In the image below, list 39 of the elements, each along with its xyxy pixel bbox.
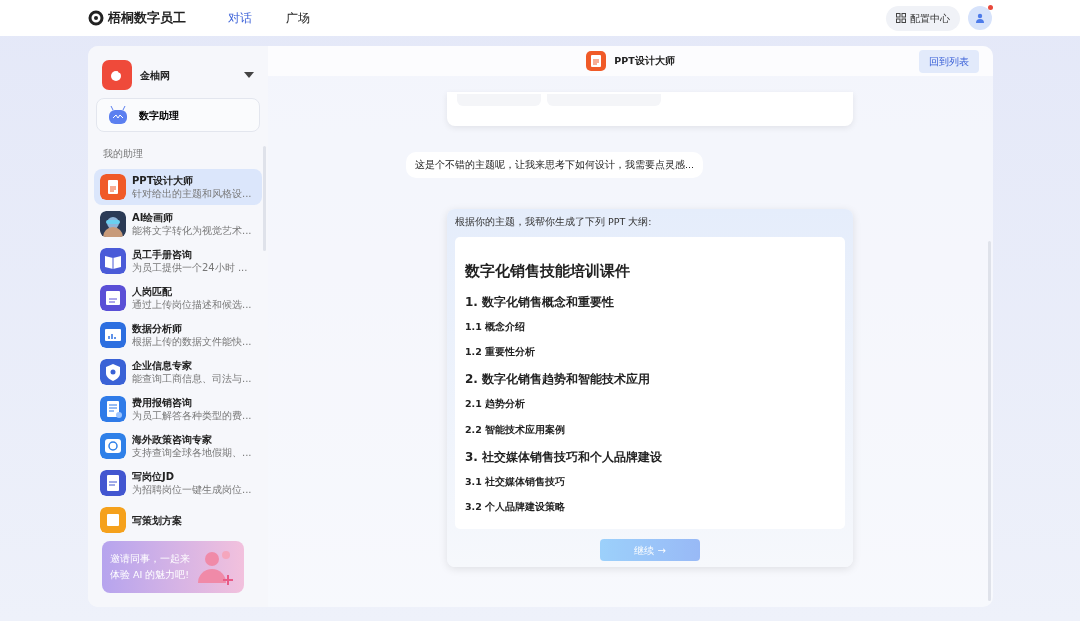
config-center-button[interactable]: 配置中心	[886, 5, 960, 31]
assistant-list-item[interactable]: 海外政策咨询专家 支持查询全球各地假期、...	[94, 428, 262, 464]
outline-section-heading: 1. 数字化销售概念和重要性	[465, 293, 616, 311]
app-name: 梧桐数字员工	[108, 9, 186, 28]
assistant-list-item[interactable]: 企业信息专家 能查询工商信息、司法与...	[94, 354, 262, 390]
outline-intro: 根据你的主题，我帮你生成了下列 PPT 大纲:	[455, 215, 653, 229]
user-avatar[interactable]	[968, 6, 992, 30]
dropdown-caret-icon[interactable]	[244, 72, 254, 78]
outline-subheading: 3.2 个人品牌建设策略	[465, 500, 567, 514]
grid-icon	[896, 13, 906, 23]
assistant-message: 这是个不错的主题呢，让我来思考下如何设计，我需要点灵感...	[406, 152, 704, 179]
digital-assistant-button[interactable]: 数字助理	[96, 98, 260, 132]
nav-tab[interactable]: 对话	[228, 9, 252, 27]
outline-section-heading: 2. 数字化销售趋势和智能技术应用	[465, 371, 652, 389]
assistant-list-item[interactable]: 人岗匹配 通过上传岗位描述和候选...	[94, 280, 262, 316]
robot-icon	[107, 105, 129, 125]
chat-title: PPT设计大师	[614, 53, 675, 68]
assistant-list-item[interactable]: PPT设计大师 针对给出的主题和风格设...	[94, 169, 262, 205]
nav-tab[interactable]: 广场	[286, 9, 310, 27]
ppt-icon	[586, 51, 607, 71]
assistant-list-item[interactable]: 写策划方案	[94, 502, 262, 538]
outline-subheading: 3.1 社交媒体销售技巧	[465, 474, 567, 489]
outline-section-heading: 3. 社交媒体销售技巧和个人品牌建设	[465, 448, 664, 466]
outline-title: 数字化销售技能培训课件	[465, 261, 631, 283]
outline-subheading: 1.2 重要性分析	[465, 345, 537, 359]
outline-subheading: 1.1 概念介绍	[465, 319, 527, 334]
section-heading: 我的助理	[102, 147, 144, 161]
logo-icon	[88, 10, 104, 26]
assistant-list-item[interactable]: 员工手册咨询 为员工提供一个24小时 ...	[94, 243, 262, 279]
assistant-list-item[interactable]: 写岗位JD 为招聘岗位一键生成岗位...	[94, 465, 262, 501]
company-logo	[102, 60, 132, 90]
user-icon	[975, 13, 985, 23]
outline-subheading: 2.1 趋势分析	[465, 397, 527, 412]
outline-subheading: 2.2 智能技术应用案例	[465, 422, 567, 437]
assistant-list-item[interactable]: AI绘画师 能将文字转化为视觉艺术...	[94, 206, 262, 242]
company-name: 金柚网	[140, 68, 170, 83]
assistant-list-item[interactable]: 费用报销咨询 为员工解答各种类型的费...	[94, 391, 262, 427]
back-to-list-button[interactable]: 回到列表	[919, 50, 979, 73]
assistant-list-item[interactable]: 数据分析师 根据上传的数据文件能快...	[94, 317, 262, 353]
